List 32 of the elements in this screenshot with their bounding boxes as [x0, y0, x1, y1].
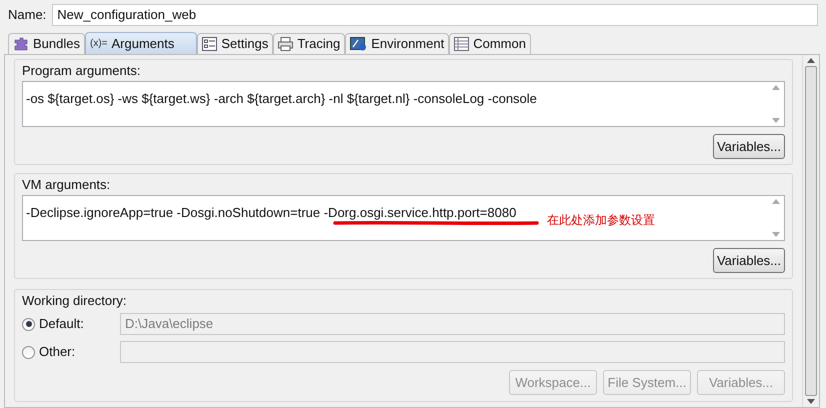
window-icon — [350, 37, 368, 51]
group-title: Program arguments: — [22, 62, 142, 80]
scrollbar[interactable] — [802, 55, 819, 407]
tab[interactable]: (x)= Arguments — [84, 32, 198, 54]
tab[interactable]: Common — [449, 33, 531, 54]
table-icon — [454, 37, 470, 51]
group-title: Working directory: — [22, 292, 128, 310]
radio-label: Other: — [39, 343, 76, 362]
scroll-thumb[interactable] — [805, 66, 817, 396]
radio-button[interactable] — [22, 318, 35, 330]
name-field[interactable]: New_configuration_web — [52, 4, 818, 26]
argument-text: -Declipse.ignoreApp=true -Dosgi.noShutdown=true -Dorg.osgi.service.http.port=8080 — [26, 205, 516, 220]
variables-button[interactable]: Variables... — [713, 134, 785, 159]
printer-icon — [278, 37, 294, 51]
variables-button[interactable]: Variables... — [713, 248, 785, 273]
directory-field[interactable]: D:\Java\eclipse — [120, 313, 785, 335]
name-label: Name: — [8, 6, 46, 24]
variable-icon: (x)= — [90, 36, 108, 51]
group-title: VM arguments: — [22, 176, 112, 194]
scroll-down-icon[interactable] — [807, 399, 815, 404]
list-icon — [202, 37, 218, 51]
annotation-note: 在此处添加参数设置 — [547, 212, 655, 229]
radio-button[interactable] — [22, 346, 35, 358]
scroll-up-icon[interactable] — [807, 58, 815, 63]
argument-text: -os ${target.os} -ws ${target.ws} -arch ${target.arch} -nl ${target.nl} -consoleLog -console — [26, 91, 537, 106]
tab[interactable]: Settings — [197, 33, 274, 54]
directory-field[interactable] — [120, 341, 785, 363]
tab[interactable]: Environment — [345, 33, 450, 54]
tab[interactable]: Tracing — [273, 33, 346, 54]
puzzle-icon — [13, 37, 29, 51]
tab[interactable]: Bundles — [8, 33, 85, 54]
radio-label: Default: — [39, 315, 84, 334]
